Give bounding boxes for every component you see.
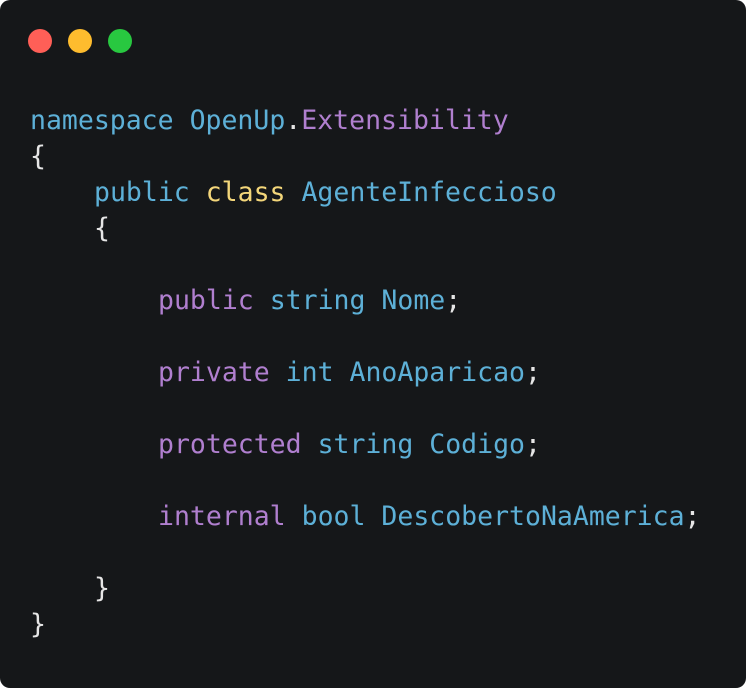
maximize-button[interactable] [108, 29, 132, 53]
code-line-open-brace: { [30, 139, 46, 175]
access-modifier: private [158, 357, 270, 388]
code-window: namespace OpenUp.Extensibility { public … [0, 0, 746, 688]
open-brace: { [94, 213, 110, 244]
field-type: int [285, 357, 334, 388]
field-name: AnoAparicao [349, 357, 526, 388]
close-brace: } [30, 609, 46, 640]
access-modifier: internal [158, 501, 286, 532]
code-line-open-brace: { [94, 211, 110, 247]
field-name: Codigo [429, 429, 525, 460]
code-block: namespace OpenUp.Extensibility { public … [30, 0, 701, 651]
code-line-field: protected string Codigo; [158, 427, 541, 463]
semicolon: ; [525, 357, 541, 388]
open-brace: { [30, 141, 46, 172]
namespace-dot: . [285, 105, 302, 136]
namespace-name-part: OpenUp [189, 105, 286, 136]
field-name: DescobertoNaAmerica [381, 501, 685, 532]
code-line-namespace: namespace OpenUp.Extensibility [30, 103, 509, 139]
field-name: Nome [381, 285, 446, 316]
field-type: bool [301, 501, 366, 532]
access-modifier: public [158, 285, 254, 316]
namespace-keyword: namespace [30, 105, 174, 136]
field-type: string [317, 429, 414, 460]
semicolon: ; [525, 429, 541, 460]
semicolon: ; [445, 285, 462, 316]
code-line-close-brace: } [30, 607, 46, 643]
close-brace: } [94, 573, 110, 604]
code-line-field: private int AnoAparicao; [158, 355, 541, 391]
code-line-field: public string Nome; [158, 283, 461, 319]
code-line-field: internal bool DescobertoNaAmerica; [158, 499, 701, 535]
access-modifier: public [94, 177, 190, 208]
access-modifier: protected [158, 429, 302, 460]
semicolon: ; [684, 501, 701, 532]
class-keyword: class [205, 177, 286, 208]
code-line-close-brace: } [94, 571, 110, 607]
code-line-class: public class AgenteInfeccioso [94, 175, 557, 211]
namespace-name-part: Extensibility [301, 105, 509, 136]
class-name: AgenteInfeccioso [301, 177, 557, 208]
field-type: string [269, 285, 366, 316]
